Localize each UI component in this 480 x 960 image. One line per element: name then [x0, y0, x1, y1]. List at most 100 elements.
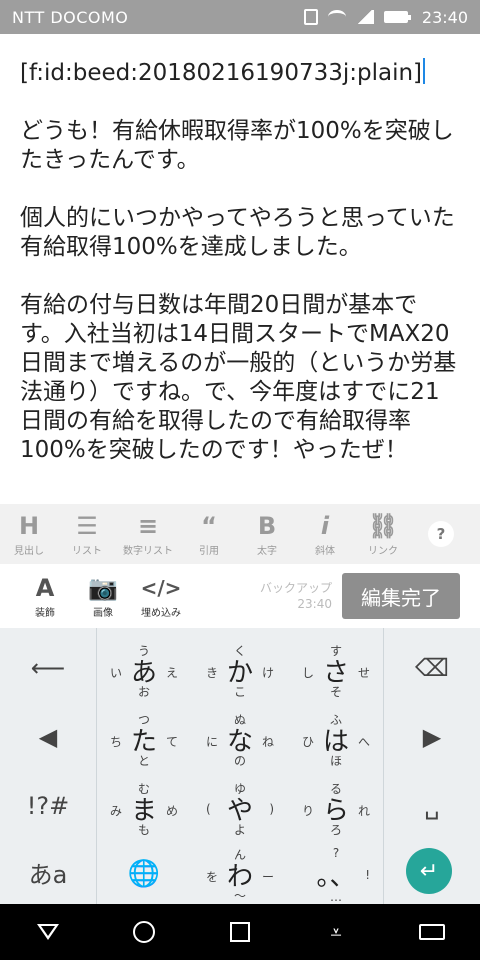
home-nav-button[interactable]	[124, 921, 164, 943]
kana-key-9[interactable]: らるろりれ	[288, 774, 384, 842]
paragraph-2[interactable]: 個人的にいつかやってやろうと思っていた有給取得100%を達成しました。	[20, 204, 460, 262]
kana-down-char: こ	[233, 685, 246, 699]
quote-icon: “	[201, 511, 217, 540]
status-bar: NTT DOCOMO 23:40	[0, 0, 480, 34]
kana-key-10[interactable]: 🌐	[96, 840, 192, 908]
list-label: リスト	[72, 545, 102, 557]
bold-button[interactable]: B 太字	[238, 512, 296, 557]
navigation-bar: ⩡	[0, 904, 480, 960]
kana-down-char: よ	[233, 823, 246, 837]
editor-textarea[interactable]: [f:id:beed:20180216190733j:plain] どうも！有給…	[0, 34, 480, 504]
secondary-toolbar: A 装飾 📷 画像 </> 埋め込み バックアップ 23:40 編集完了	[0, 564, 480, 628]
quote-button[interactable]: “ 引用	[180, 512, 238, 557]
kana-down-char: の	[233, 754, 246, 768]
kana-lt-char: ひ	[302, 735, 315, 749]
kana-rt-char: せ	[357, 666, 370, 680]
decoration-icon: A	[35, 573, 55, 602]
back-nav-button[interactable]	[28, 924, 68, 940]
delete-key[interactable]: ⌫	[384, 636, 480, 700]
kana-up-char: む	[137, 782, 150, 796]
paragraph-3[interactable]: 有給の付与日数は年間20日間が基本です。入社当初は14日間スタートでMAX20日…	[20, 291, 460, 465]
backup-time: 23:40	[297, 597, 332, 611]
kana-lt-char: い	[110, 666, 123, 680]
kana-key-4[interactable]: たつとちて	[96, 705, 192, 773]
kana-lt-char: ち	[110, 735, 123, 749]
kana-down-char: ほ	[329, 754, 342, 768]
kana-lt-char: し	[302, 666, 315, 680]
quote-label: 引用	[199, 545, 219, 557]
kana-up-char: す	[329, 644, 342, 658]
hide-keyboard-button[interactable]: ⩡	[316, 920, 356, 944]
kana-toggle-key[interactable]: あa	[0, 840, 96, 904]
kana-lt-char: を	[206, 870, 219, 884]
text-cursor	[423, 58, 426, 84]
recents-nav-button[interactable]	[220, 922, 260, 942]
italic-icon: i	[320, 511, 330, 540]
back-icon	[37, 924, 59, 940]
kana-up-char: う	[137, 644, 150, 658]
enter-key[interactable]: ↵	[406, 848, 452, 894]
symbol-key[interactable]: !?#	[0, 774, 96, 838]
kana-lt-char: に	[206, 735, 219, 749]
kana-main-char: 。、	[316, 861, 356, 892]
kana-up-char: つ	[137, 713, 150, 727]
kana-key-6[interactable]: はふほひへ	[288, 705, 384, 773]
keyboard-icon	[419, 924, 445, 940]
kana-rt-char: へ	[357, 735, 370, 749]
link-button[interactable]: ⛓ リンク	[354, 512, 412, 557]
flick-keyboard: ⟵ ◀ !?# あa ⌫ ▶ ␣ ↵ あうおいえかくこきけさすそしせたつとちてなぬのにねはふほひ…	[0, 628, 480, 904]
kana-lt-char: り	[302, 804, 315, 818]
kana-down-char: も	[137, 823, 150, 837]
space-key[interactable]: ␣	[384, 774, 480, 838]
kana-lt-char: み	[110, 804, 123, 818]
kana-key-12[interactable]: 。、? …!	[288, 840, 384, 908]
heading-button[interactable]: H 見出し	[0, 512, 58, 557]
decoration-button[interactable]: A 装飾	[16, 574, 74, 619]
kana-down-char: …	[330, 890, 342, 904]
paragraph-1[interactable]: どうも！有給休暇取得率が100%を突破したきったんです。	[20, 117, 460, 175]
kana-key-8[interactable]: やゆよ()	[192, 774, 288, 842]
embed-icon: </>	[140, 575, 182, 600]
kana-down-char: ろ	[329, 823, 342, 837]
heading-icon: H	[18, 511, 40, 540]
list-button[interactable]: ☰ リスト	[58, 512, 116, 557]
kana-rt-char: ね	[261, 735, 274, 749]
embed-button[interactable]: </> 埋め込み	[132, 574, 190, 619]
kana-rt-char: れ	[357, 804, 370, 818]
heading-label: 見出し	[14, 545, 44, 557]
kana-key-7[interactable]: まむもみめ	[96, 774, 192, 842]
right-arrow-key[interactable]: ▶	[384, 705, 480, 769]
battery-icon	[383, 11, 411, 23]
kana-up-char: く	[233, 644, 246, 658]
kana-lt-char: (	[206, 802, 211, 816]
done-editing-button[interactable]: 編集完了	[342, 573, 460, 619]
help-button[interactable]: ?	[428, 521, 454, 547]
back-key[interactable]: ⟵	[0, 636, 96, 700]
kana-up-char: ん	[233, 848, 246, 862]
recents-icon	[230, 922, 250, 942]
bold-icon: B	[257, 511, 277, 540]
kana-key-1[interactable]: あうおいえ	[96, 636, 192, 704]
kana-key-11[interactable]: わん〜をー	[192, 840, 288, 908]
kana-key-2[interactable]: かくこきけ	[192, 636, 288, 704]
kana-rt-char: !	[365, 868, 370, 882]
backup-label: バックアップ	[259, 581, 332, 595]
embed-label: 埋め込み	[141, 607, 181, 619]
link-label: リンク	[368, 545, 398, 557]
kana-key-3[interactable]: さすそしせ	[288, 636, 384, 704]
kana-key-5[interactable]: なぬのにね	[192, 705, 288, 773]
format-toolbar: H 見出し ☰ リスト ≡ 数字リスト “ 引用 B 太字 i 斜体 ⛓ リンク ?	[0, 504, 480, 564]
numbered-list-button[interactable]: ≡ 数字リスト	[116, 512, 180, 557]
keyboard-switch-button[interactable]	[412, 924, 452, 940]
image-label: 画像	[93, 607, 113, 619]
kana-up-char: ?	[332, 846, 340, 860]
kana-up-char: る	[329, 782, 342, 796]
clock: 23:40	[421, 7, 468, 27]
italic-button[interactable]: i 斜体	[296, 512, 354, 557]
image-syntax-line[interactable]: [f:id:beed:20180216190733j:plain]	[20, 60, 422, 86]
kana-up-char: ふ	[329, 713, 342, 727]
numbered-list-label: 数字リスト	[123, 545, 173, 557]
bold-label: 太字	[257, 545, 277, 557]
left-arrow-key[interactable]: ◀	[0, 705, 96, 769]
image-button[interactable]: 📷 画像	[74, 574, 132, 619]
